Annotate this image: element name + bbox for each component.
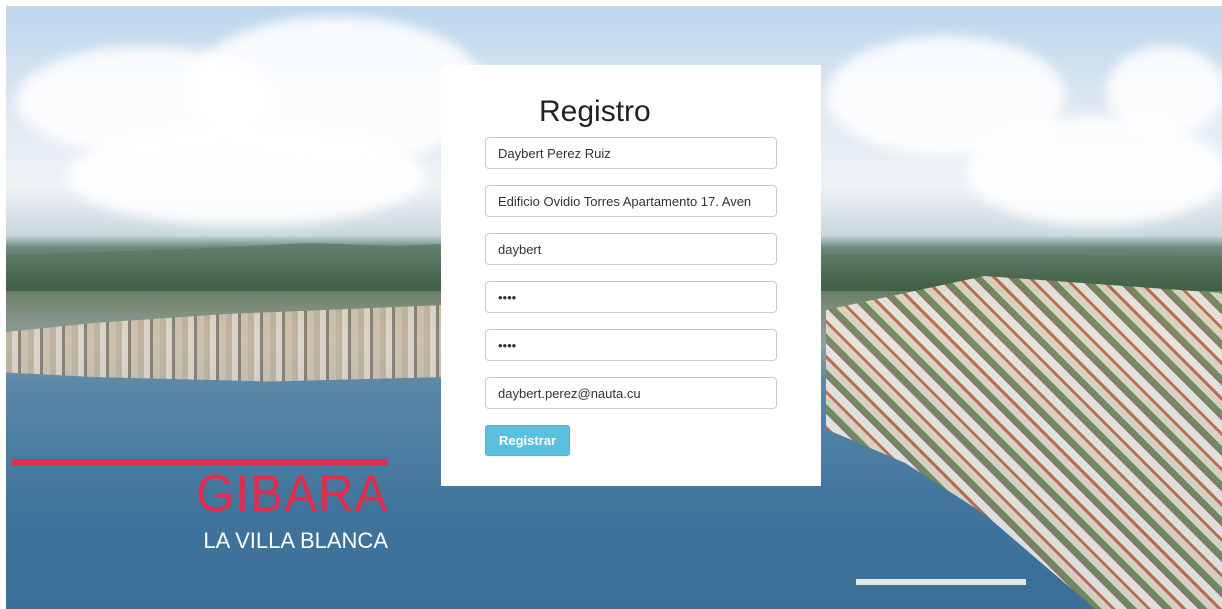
password-input[interactable] [485,281,777,313]
email-input[interactable] [485,377,777,409]
logo-subtitle: LA VILLA BLANCA [203,528,388,553]
full-name-input[interactable] [485,137,777,169]
form-title: Registro [539,95,651,128]
pier [856,579,1026,585]
town-right [826,276,1222,609]
town-left [6,305,446,382]
cloud [1106,46,1222,136]
logo-title: GIBARA [195,465,388,523]
address-input[interactable] [485,185,777,217]
password-confirm-input[interactable] [485,329,777,361]
register-button[interactable]: Registrar [485,425,570,456]
cloud [66,126,426,226]
gibara-logo: GIBARA LA VILLA BLANCA [12,456,402,566]
username-input[interactable] [485,233,777,265]
registration-card: Registro Registrar [441,65,821,486]
